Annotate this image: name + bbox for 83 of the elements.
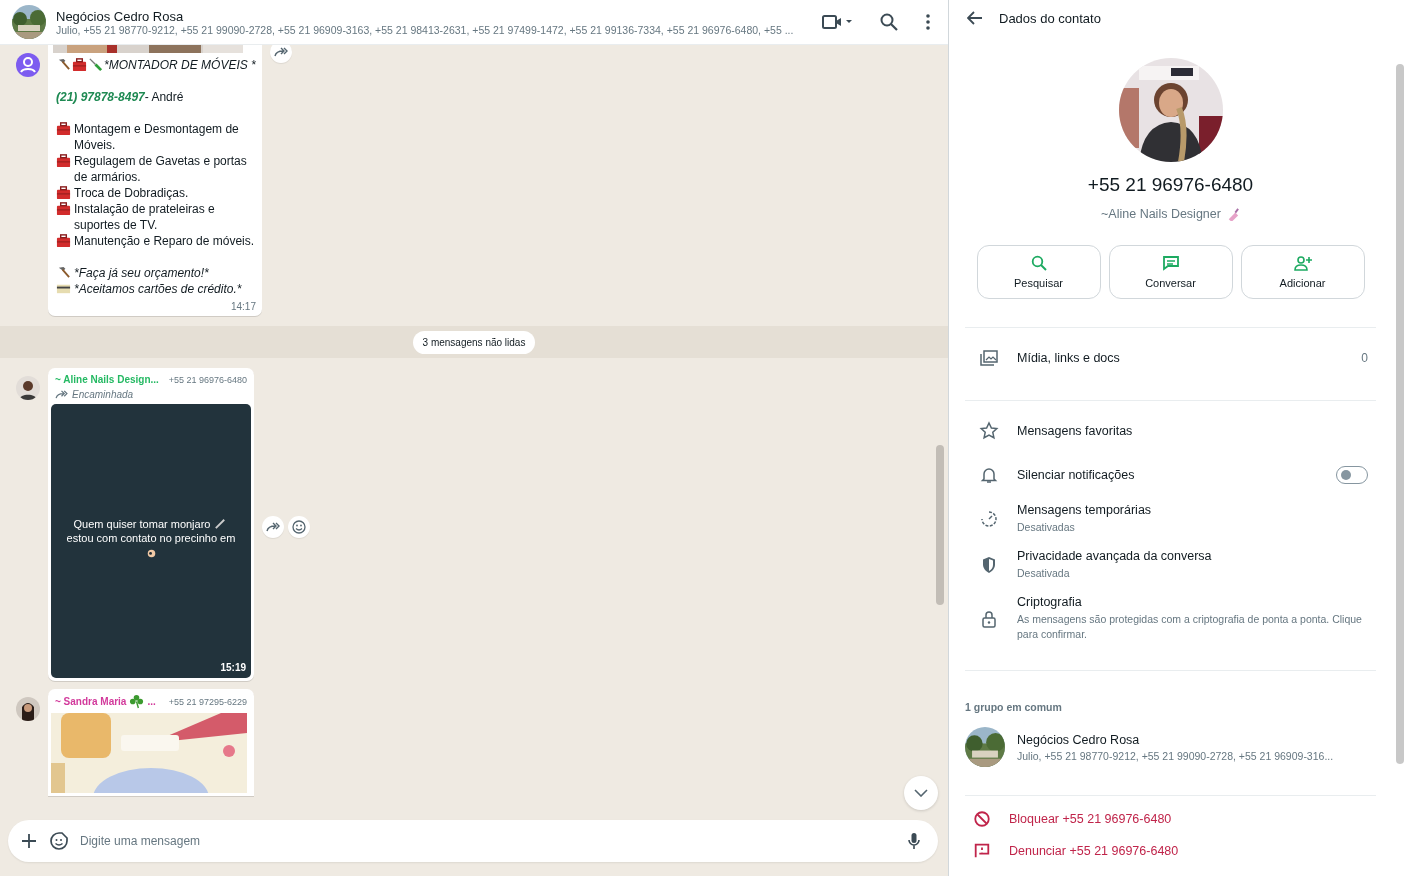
setting-label[interactable]: Mensagens favoritas xyxy=(1017,424,1368,438)
common-groups-heading: 1 grupo em comum xyxy=(965,701,1063,713)
message-heading: *MONTADOR DE MÓVEIS * xyxy=(104,57,256,73)
group-name[interactable]: Negócios Cedro Rosa xyxy=(1017,732,1376,747)
clover-icon xyxy=(129,694,145,709)
service-item: Troca de Dobradiças. xyxy=(74,185,189,201)
back-button[interactable] xyxy=(965,9,985,27)
search-icon xyxy=(880,13,898,31)
search-action-button[interactable]: Pesquisar xyxy=(976,245,1101,299)
sender-name: ~ Sandra Maria xyxy=(55,696,127,707)
chevron-down-icon xyxy=(914,789,928,797)
message-field[interactable]: Digite uma mensagem xyxy=(8,820,938,862)
scroll-down-button[interactable] xyxy=(904,776,938,810)
toolbox-icon xyxy=(56,185,71,200)
service-item: Instalação de prateleiras e suportes de TV. xyxy=(74,201,216,233)
sender-phone: +55 21 97295-6229 xyxy=(168,696,247,707)
back-arrow-icon xyxy=(967,11,983,25)
setting-label[interactable]: Privacidade avançada da conversa xyxy=(1017,549,1368,563)
sender-name-ellipsis: ... xyxy=(147,696,156,707)
mute-toggle[interactable] xyxy=(1336,466,1368,484)
sender-phone: +55 21 96976-6480 xyxy=(168,374,247,385)
toolbox-icon xyxy=(56,201,71,216)
group-title: Negócios Cedro Rosa xyxy=(56,8,185,24)
block-icon xyxy=(973,810,991,828)
media-links-docs-link[interactable]: Mídia, links e docs xyxy=(1017,351,1120,365)
setting-description: Desativadas xyxy=(1017,520,1076,535)
setting-label[interactable]: Criptografia xyxy=(1017,595,1368,609)
contact-name: ~Aline Nails Designer xyxy=(1101,206,1221,221)
setting-label[interactable]: Silenciar notificações xyxy=(1017,468,1318,482)
chat-icon xyxy=(1161,255,1180,271)
danger-action-link[interactable]: Denunciar +55 21 96976-6480 xyxy=(1009,844,1179,858)
microphone-icon xyxy=(908,832,920,850)
panel-title: Dados do contato xyxy=(999,10,1101,26)
toolbox-icon xyxy=(56,121,71,136)
forward-button[interactable] xyxy=(270,45,292,63)
screwdriver-icon xyxy=(88,57,103,72)
search-icon xyxy=(1030,255,1047,271)
forward-button[interactable] xyxy=(262,516,284,538)
toolbox-icon xyxy=(56,233,71,248)
bell-icon xyxy=(979,465,999,485)
phone-link[interactable]: (21) 97878-8497 xyxy=(56,90,145,104)
default-avatar-icon xyxy=(16,53,40,77)
media-count: 0 xyxy=(1361,351,1368,365)
group-members: Julio, +55 21 98770-9212, +55 21 99090-2728, +55 21 96909-316... xyxy=(1017,749,1335,762)
plus-icon xyxy=(22,834,36,848)
add-contact-icon xyxy=(1292,255,1313,271)
group-members: Julio, +55 21 98770-9212, +55 21 99090-2728, +55 21 96909-3163, +55 21 98413-2631, +55 21 97499-1472, +55 21 99136-7334, +55 21 96976-6480, +55 ... xyxy=(56,23,795,36)
message-text: - André xyxy=(144,90,184,104)
more-options-icon xyxy=(926,14,930,30)
service-item: Manutenção e Reparo de móveis. xyxy=(74,233,255,249)
sender-name: ~ Aline Nails Design... xyxy=(55,374,159,385)
emoji-reaction-button[interactable] xyxy=(288,516,310,538)
message-input[interactable]: Digite uma mensagem xyxy=(78,833,898,849)
forwarded-icon xyxy=(55,390,68,399)
message-time: 14:17 xyxy=(230,301,256,312)
contact-phone: +55 21 96976-6480 xyxy=(1087,174,1254,196)
service-item: Montagem e Desmontagem de Móveis. xyxy=(74,121,240,153)
chat-action-button[interactable]: Conversar xyxy=(1108,245,1233,299)
setting-description: As mensagens são protegidas com a criptografia de ponta a ponta. Clique para confirmar. xyxy=(1017,612,1363,642)
star-icon xyxy=(979,421,999,441)
setting-description: Desativada xyxy=(1017,566,1071,581)
media-gallery-icon xyxy=(979,348,999,368)
message-text: *Aceitamos cartões de crédito.* xyxy=(74,281,242,297)
message-text: *Faça já seu orçamento!* xyxy=(74,265,209,281)
smiley-icon xyxy=(292,520,306,534)
toolbox-icon xyxy=(72,57,87,72)
service-item: Regulagem de Gavetas e portas de armários. xyxy=(74,153,248,185)
caption-text: estou com contato no precinho em xyxy=(66,531,236,545)
message-time: 15:19 xyxy=(220,661,246,675)
sticker-icon xyxy=(50,832,68,850)
forwarded-label: Encaminhada xyxy=(72,389,134,400)
setting-label[interactable]: Mensagens temporárias xyxy=(1017,503,1368,517)
video-camera-icon xyxy=(822,14,852,30)
report-icon xyxy=(973,842,991,860)
unread-messages-badge: 3 mensagens não lidas xyxy=(412,330,536,354)
timer-icon xyxy=(979,509,999,529)
forward-icon xyxy=(274,47,288,57)
forward-icon xyxy=(266,522,280,532)
toolbox-icon xyxy=(56,153,71,168)
caption-text: Quem quiser tomar monjaro xyxy=(73,516,211,531)
lock-icon xyxy=(979,608,999,629)
add-action-button[interactable]: Adicionar xyxy=(1240,245,1365,299)
danger-action-link[interactable]: Bloquear +55 21 96976-6480 xyxy=(1009,812,1172,826)
